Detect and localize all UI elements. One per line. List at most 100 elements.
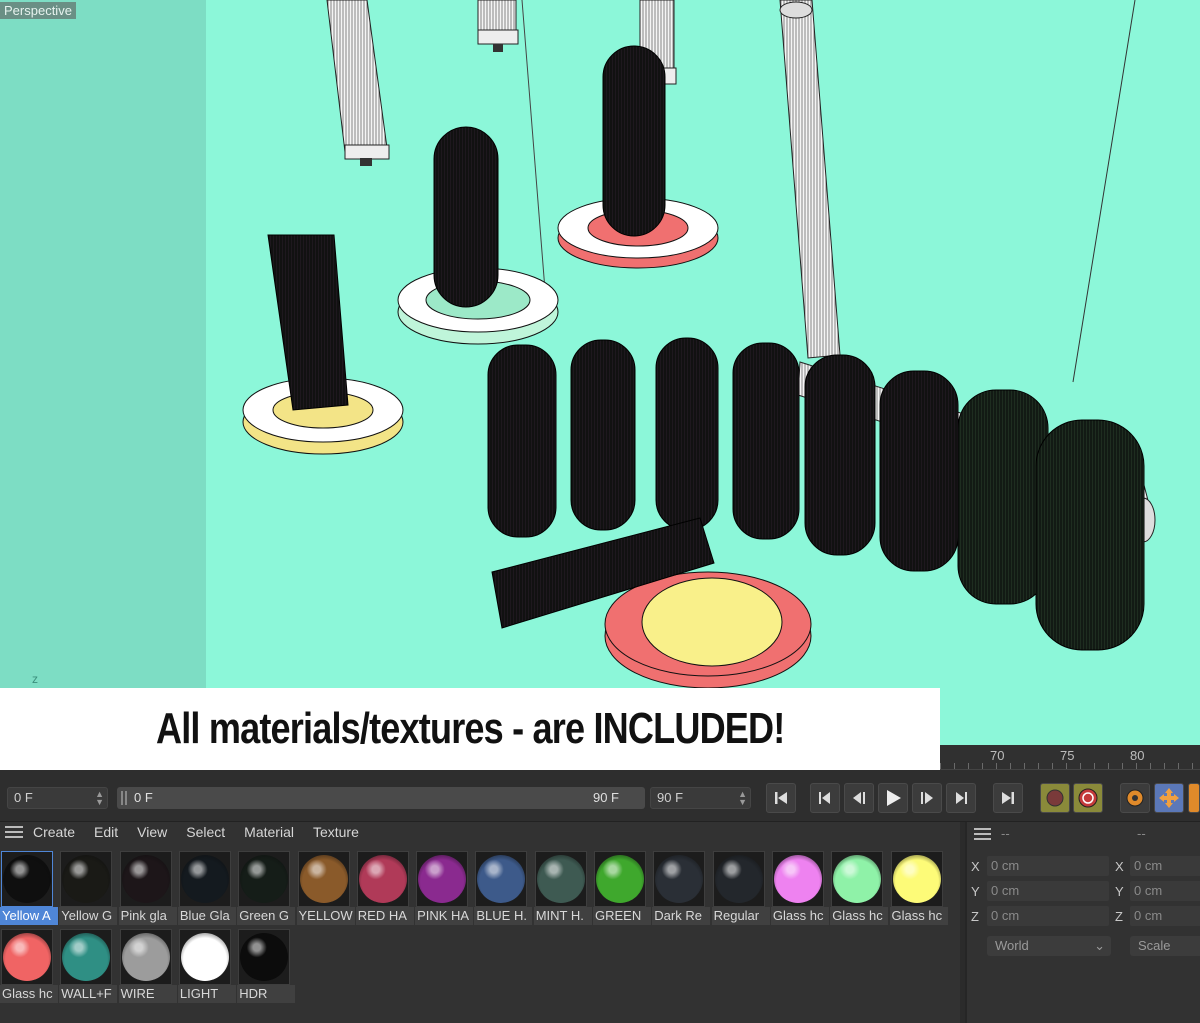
rotate-tool-button[interactable] [1188, 783, 1200, 813]
material-swatch[interactable]: Yellow G [59, 851, 118, 925]
material-swatch[interactable]: Glass hc [0, 929, 58, 1003]
material-swatch[interactable]: Yellow A [0, 851, 58, 925]
timeline-ruler[interactable]: 70 75 80 [940, 745, 1200, 770]
material-preview [356, 851, 409, 907]
ruler-label: 75 [1060, 748, 1075, 763]
material-label: PINK HA [415, 907, 474, 925]
ruler-ticks [940, 763, 1200, 769]
menu-texture[interactable]: Texture [313, 824, 359, 840]
range-start: 0 F [134, 790, 153, 805]
material-preview [712, 851, 765, 907]
material-swatch[interactable]: WIRE [118, 929, 177, 1003]
coordinate-mode-select[interactable]: Scale [1130, 936, 1200, 956]
coordinate-space-select[interactable]: World ⌄ [987, 936, 1111, 956]
material-ball-icon [62, 855, 111, 903]
material-swatch[interactable]: HDR [237, 929, 296, 1003]
material-swatch[interactable]: BLUE H. [474, 851, 533, 925]
material-ball-icon [299, 855, 348, 903]
material-label: Dark Re [652, 907, 711, 925]
position-x-field[interactable]: 0 cm [987, 856, 1109, 876]
position-z-field[interactable]: 0 cm [987, 906, 1109, 926]
play-icon [887, 790, 901, 806]
material-swatch[interactable]: WALL+F [59, 929, 118, 1003]
material-swatch[interactable]: LIGHT [177, 929, 236, 1003]
material-ball-icon [62, 933, 111, 981]
autokey-button[interactable] [1073, 783, 1103, 813]
material-preview [653, 851, 706, 907]
material-preview [475, 851, 528, 907]
perspective-viewport[interactable]: Perspective z [0, 0, 1200, 745]
front-ring [491, 517, 812, 689]
material-swatch[interactable]: PINK HA [415, 851, 474, 925]
pink-ring [557, 45, 719, 269]
keyframe-settings-button[interactable] [1120, 783, 1150, 813]
go-to-end-button[interactable] [993, 783, 1023, 813]
hamburger-icon[interactable] [974, 828, 991, 840]
material-ball-icon [3, 855, 51, 903]
menu-view[interactable]: View [137, 824, 167, 840]
material-swatch[interactable]: Green G [237, 851, 296, 925]
viewport-label[interactable]: Perspective [0, 2, 76, 19]
hamburger-icon[interactable] [5, 825, 23, 839]
frame-range-slider[interactable]: 0 F 90 F [117, 787, 645, 809]
material-swatch[interactable]: RED HA [355, 851, 414, 925]
size-y-field[interactable]: 0 cm [1130, 881, 1200, 901]
range-end: 90 F [592, 790, 619, 805]
next-key-button[interactable] [946, 783, 976, 813]
stepper-icon[interactable]: ▲ ▼ [738, 790, 747, 807]
material-label: LIGHT [177, 985, 236, 1003]
record-button[interactable] [1040, 783, 1070, 813]
current-frame-value: 0 F [14, 790, 33, 805]
material-ball-icon [596, 855, 644, 903]
material-swatch[interactable]: Glass hc [830, 851, 889, 925]
material-swatch[interactable]: Pink gla [118, 851, 177, 925]
move-tool-button[interactable] [1154, 783, 1184, 813]
current-frame-field[interactable]: 0 F ▲ ▼ [7, 787, 108, 809]
menu-material[interactable]: Material [244, 824, 294, 840]
light-line [521, 0, 546, 291]
material-swatch[interactable]: Regular [711, 851, 770, 925]
material-label: RED HA [355, 907, 414, 925]
record-icon [1046, 789, 1064, 807]
go-to-start-button[interactable] [766, 783, 796, 813]
material-label: HDR [237, 985, 296, 1003]
material-swatch[interactable]: YELLOW [296, 851, 355, 925]
animation-toolbar: 0 F ▲ ▼ 0 F 90 F 90 F ▲ ▼ [0, 770, 1200, 822]
material-ball-icon [180, 855, 229, 903]
mint-ring [397, 126, 559, 345]
chevron-down-icon: ⌄ [1094, 938, 1105, 953]
coord-axis-label: Y [1115, 884, 1124, 899]
material-swatch[interactable]: MINT H. [533, 851, 592, 925]
material-ball-icon [833, 855, 882, 903]
hanging-rod [326, 0, 390, 166]
range-grip-icon[interactable] [121, 791, 127, 805]
material-label: Glass hc [830, 907, 889, 925]
material-label: Yellow G [59, 907, 118, 925]
material-preview [178, 929, 231, 985]
material-label: Glass hc [0, 985, 58, 1003]
menu-select[interactable]: Select [186, 824, 225, 840]
material-preview [831, 851, 884, 907]
size-x-field[interactable]: 0 cm [1130, 856, 1200, 876]
coord-row-y: Y 0 cm Y 0 cm [967, 881, 1200, 903]
end-frame-field[interactable]: 90 F ▲ ▼ [650, 787, 751, 809]
scene-wireframe [242, 0, 1156, 689]
material-swatch[interactable]: Dark Re [652, 851, 711, 925]
material-label: BLUE H. [474, 907, 533, 925]
material-swatch[interactable]: GREEN [593, 851, 651, 925]
stepper-icon[interactable]: ▲ ▼ [95, 790, 104, 807]
material-label: MINT H. [533, 907, 592, 925]
play-button[interactable] [878, 783, 908, 813]
previous-key-button[interactable] [810, 783, 840, 813]
material-swatch[interactable]: Glass hc [770, 851, 829, 925]
material-swatch[interactable]: Glass hc [889, 851, 948, 925]
previous-frame-button[interactable] [844, 783, 874, 813]
menu-create[interactable]: Create [33, 824, 75, 840]
coord-axis-label: X [1115, 859, 1124, 874]
size-z-field[interactable]: 0 cm [1130, 906, 1200, 926]
material-preview [238, 851, 291, 907]
material-swatch[interactable]: Blue Gla [177, 851, 236, 925]
menu-edit[interactable]: Edit [94, 824, 118, 840]
next-frame-button[interactable] [912, 783, 942, 813]
position-y-field[interactable]: 0 cm [987, 881, 1109, 901]
